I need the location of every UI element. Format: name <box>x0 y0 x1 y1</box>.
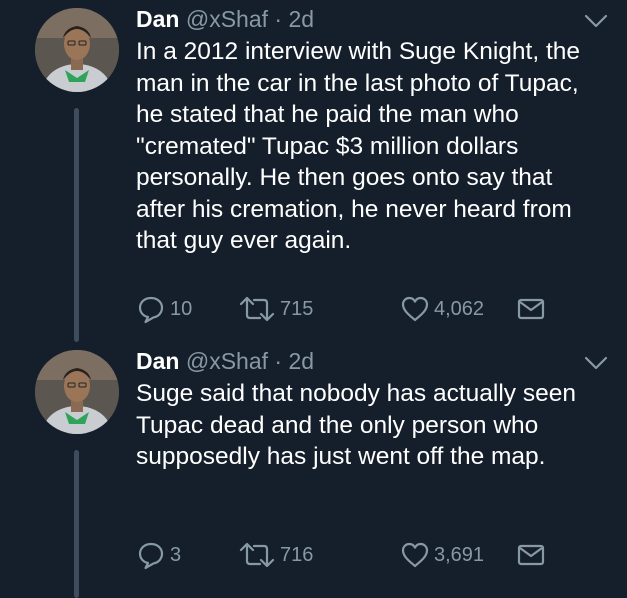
like-icon <box>401 542 429 568</box>
tweet[interactable]: Dan @xShaf · 2d In a 2012 interview with… <box>0 0 627 342</box>
retweet-button[interactable]: 716 <box>238 539 313 571</box>
retweet-button[interactable]: 715 <box>238 293 313 325</box>
avatar[interactable] <box>35 8 119 92</box>
reply-button[interactable]: 10 <box>136 293 192 325</box>
reply-count: 3 <box>170 543 182 566</box>
tweet-header: Dan @xShaf · 2d <box>136 5 314 33</box>
author-name[interactable]: Dan <box>136 6 179 32</box>
tweet-text: In a 2012 interview with Suge Knight, th… <box>136 38 581 254</box>
chevron-down-icon[interactable] <box>583 12 609 30</box>
tweet-actions: 3 716 3,691 <box>136 539 576 571</box>
retweet-count: 715 <box>280 297 314 320</box>
author-handle[interactable]: @xShaf <box>186 348 268 374</box>
author-handle[interactable]: @xShaf <box>186 6 268 32</box>
avatar-image <box>35 350 119 434</box>
retweet-icon <box>239 542 275 568</box>
thread-line <box>74 450 79 598</box>
like-count: 3,691 <box>434 543 485 566</box>
retweet-icon <box>239 296 275 322</box>
tweet-actions: 10 715 4,062 <box>136 293 576 325</box>
separator-dot: · <box>274 348 283 374</box>
direct-message-icon <box>517 544 545 566</box>
reply-button[interactable]: 3 <box>136 539 181 571</box>
like-button[interactable]: 3,691 <box>400 539 484 571</box>
tweet-text: Suge said that nobody has actually seen … <box>136 380 576 470</box>
thread-line <box>74 108 79 342</box>
reply-count: 10 <box>170 297 193 320</box>
avatar[interactable] <box>35 350 119 434</box>
reply-icon <box>138 542 164 570</box>
like-button[interactable]: 4,062 <box>400 293 484 325</box>
timestamp[interactable]: 2d <box>288 348 314 374</box>
like-count: 4,062 <box>434 297 485 320</box>
chevron-down-icon[interactable] <box>583 354 609 372</box>
author-name[interactable]: Dan <box>136 348 179 374</box>
timestamp[interactable]: 2d <box>288 6 314 32</box>
tweet[interactable]: Dan @xShaf · 2d Suge said that nobody ha… <box>0 342 627 598</box>
direct-message-button[interactable] <box>516 539 546 571</box>
direct-message-icon <box>517 298 545 320</box>
tweet-header: Dan @xShaf · 2d <box>136 347 314 375</box>
separator-dot: · <box>274 6 283 32</box>
avatar-image <box>35 8 119 92</box>
like-icon <box>401 296 429 322</box>
reply-icon <box>138 296 164 324</box>
retweet-count: 716 <box>280 543 314 566</box>
direct-message-button[interactable] <box>516 293 546 325</box>
